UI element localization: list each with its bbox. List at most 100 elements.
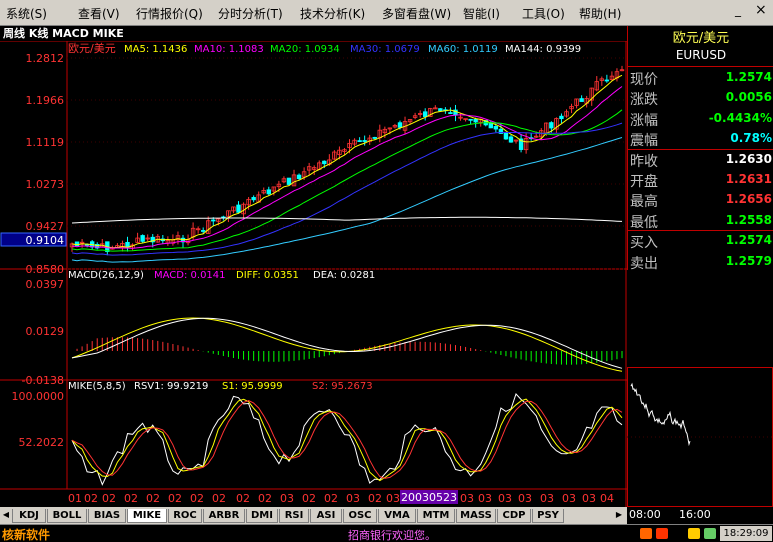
status-bar: 核新软件 招商银行欢迎您。 18:29:09 <box>0 524 773 542</box>
candle-body <box>362 140 367 142</box>
tab-scroll-left-icon[interactable]: ◀ <box>1 509 11 521</box>
kline-chart[interactable]: 1.2812 1.1966 1.1119 1.0273 0.9427 0.8580 0.91… <box>0 26 627 507</box>
tab-mass[interactable]: MASS <box>456 509 496 523</box>
quote-panel: 欧元/美元 EURUSD 现价 1.2574 涨跌 0.0056 涨幅 -0.4434% 震… <box>627 26 773 272</box>
tab-roc[interactable]: ROC <box>168 509 202 523</box>
menu-item-1[interactable]: 查看(V) <box>78 5 120 21</box>
ma-legend-item: MA30: 1.0679 <box>350 44 420 55</box>
menu-item-8[interactable]: 帮助(H) <box>579 5 621 21</box>
ma-legend-item: MA144: 0.9399 <box>505 44 581 55</box>
quote-label: 最高 <box>630 194 658 211</box>
s2-line <box>71 400 623 479</box>
mini-time-start: 08:00 <box>629 508 661 521</box>
tab-scroll-right-icon[interactable]: ▶ <box>614 509 624 521</box>
date-tick: 02 <box>190 492 204 505</box>
date-tick: 02 <box>146 492 160 505</box>
menu-item-4[interactable]: 技术分析(K) <box>300 5 365 21</box>
tab-dmi[interactable]: DMI <box>246 509 278 523</box>
status-clock: 18:29:09 <box>720 526 772 541</box>
candle-body <box>503 132 509 140</box>
menu-item-7[interactable]: 工具(O) <box>522 5 565 21</box>
macd-title: MACD(26,12,9) <box>68 270 144 281</box>
menu-item-6[interactable]: 智能(I) <box>463 5 500 21</box>
rsv1-line <box>71 393 623 486</box>
tab-rsi[interactable]: RSI <box>279 509 309 523</box>
tab-vma[interactable]: VMA <box>378 509 416 523</box>
menu-item-5[interactable]: 多窗看盘(W) <box>382 5 451 21</box>
tab-asi[interactable]: ASI <box>310 509 342 523</box>
mike-legend-item: S1: 95.9999 <box>222 381 283 392</box>
candle-body <box>397 122 403 128</box>
tab-mike[interactable]: MIKE <box>127 509 167 523</box>
tab-arbr[interactable]: ARBR <box>203 509 245 523</box>
diff-line <box>71 317 623 372</box>
tab-osc[interactable]: OSC <box>343 509 377 523</box>
candle-body <box>473 119 478 123</box>
mail-icon[interactable] <box>688 528 700 539</box>
macd-legend-item: MACD: 0.0141 <box>154 270 226 281</box>
candle-body <box>604 79 610 82</box>
connection-icon <box>640 528 652 539</box>
date-tick: 02 <box>324 492 338 505</box>
candle-body <box>423 111 428 117</box>
menu-item-2[interactable]: 行情报价(Q) <box>136 5 203 21</box>
price-tick: 0.9427 <box>26 220 65 233</box>
alert-icon[interactable] <box>656 528 668 539</box>
tab-kdj[interactable]: KDJ <box>12 509 46 523</box>
ma60-line <box>71 137 623 263</box>
quote-value: 0.0056 <box>725 90 772 105</box>
quote-label: 涨幅 <box>630 112 658 129</box>
quote-label: 最低 <box>630 214 658 231</box>
quote-label: 买入 <box>630 235 658 252</box>
date-tick: 02 <box>236 492 250 505</box>
quote-label: 涨跌 <box>630 92 658 109</box>
quote-row: 最低 1.2558 <box>628 211 773 231</box>
mike-tick: 100.0000 <box>12 390 65 403</box>
quote-row: 买入 1.2574 <box>628 231 773 251</box>
ma-legend-item: MA10: 1.1083 <box>194 44 264 55</box>
candle-body <box>236 204 241 213</box>
chart-header: 周线 K线 MACD MIKE <box>0 26 627 41</box>
mini-time-end: 16:00 <box>679 508 711 521</box>
candle-body <box>549 122 554 129</box>
ma-legend-item: MA20: 1.0934 <box>270 44 340 55</box>
tab-boll[interactable]: BOLL <box>47 509 87 523</box>
dea-line <box>71 317 623 369</box>
date-tick: 02 <box>102 492 116 505</box>
quote-label: 卖出 <box>630 255 658 272</box>
tab-cdp[interactable]: CDP <box>497 509 531 523</box>
price-tick: 0.8580 <box>26 263 65 276</box>
quote-label: 震幅 <box>630 133 658 150</box>
symbol-label: 欧元/美元 <box>68 42 116 55</box>
close-button[interactable]: × <box>755 2 767 18</box>
date-tick: 02 <box>368 492 382 505</box>
menu-item-3[interactable]: 分时分析(T) <box>218 5 283 21</box>
macd-tick: 0.0397 <box>26 278 65 291</box>
candle-body <box>559 115 564 120</box>
candle-body <box>200 230 206 232</box>
tab-bias[interactable]: BIAS <box>88 509 126 523</box>
menu-item-0[interactable]: 系统(S) <box>6 5 47 21</box>
candle-body <box>266 189 271 195</box>
candle-body <box>140 235 145 242</box>
intraday-mini-chart[interactable] <box>627 367 773 507</box>
network-icon <box>704 528 716 539</box>
date-tick: 03 <box>280 492 294 505</box>
quote-row: 开盘 1.2631 <box>628 170 773 190</box>
ma144-line <box>71 216 623 224</box>
minimize-button[interactable]: _ <box>735 3 741 17</box>
macd-tick: -0.0138 <box>22 374 64 387</box>
date-tick: 02 <box>212 492 226 505</box>
candle-body <box>296 174 302 180</box>
mike-legend-item: RSV1: 99.9219 <box>134 381 208 392</box>
macd-tick: 0.0129 <box>26 325 65 338</box>
quote-row: 最高 1.2656 <box>628 190 773 210</box>
tab-mtm[interactable]: MTM <box>417 509 455 523</box>
price-tick: 1.2812 <box>26 52 65 65</box>
quote-value: 1.2630 <box>725 151 772 166</box>
date-marker-label: 20030523 <box>401 491 457 504</box>
candle-body <box>448 112 453 114</box>
tab-psy[interactable]: PSY <box>532 509 564 523</box>
price-tick: 1.1966 <box>26 94 65 107</box>
date-tick: 03 <box>460 492 474 505</box>
